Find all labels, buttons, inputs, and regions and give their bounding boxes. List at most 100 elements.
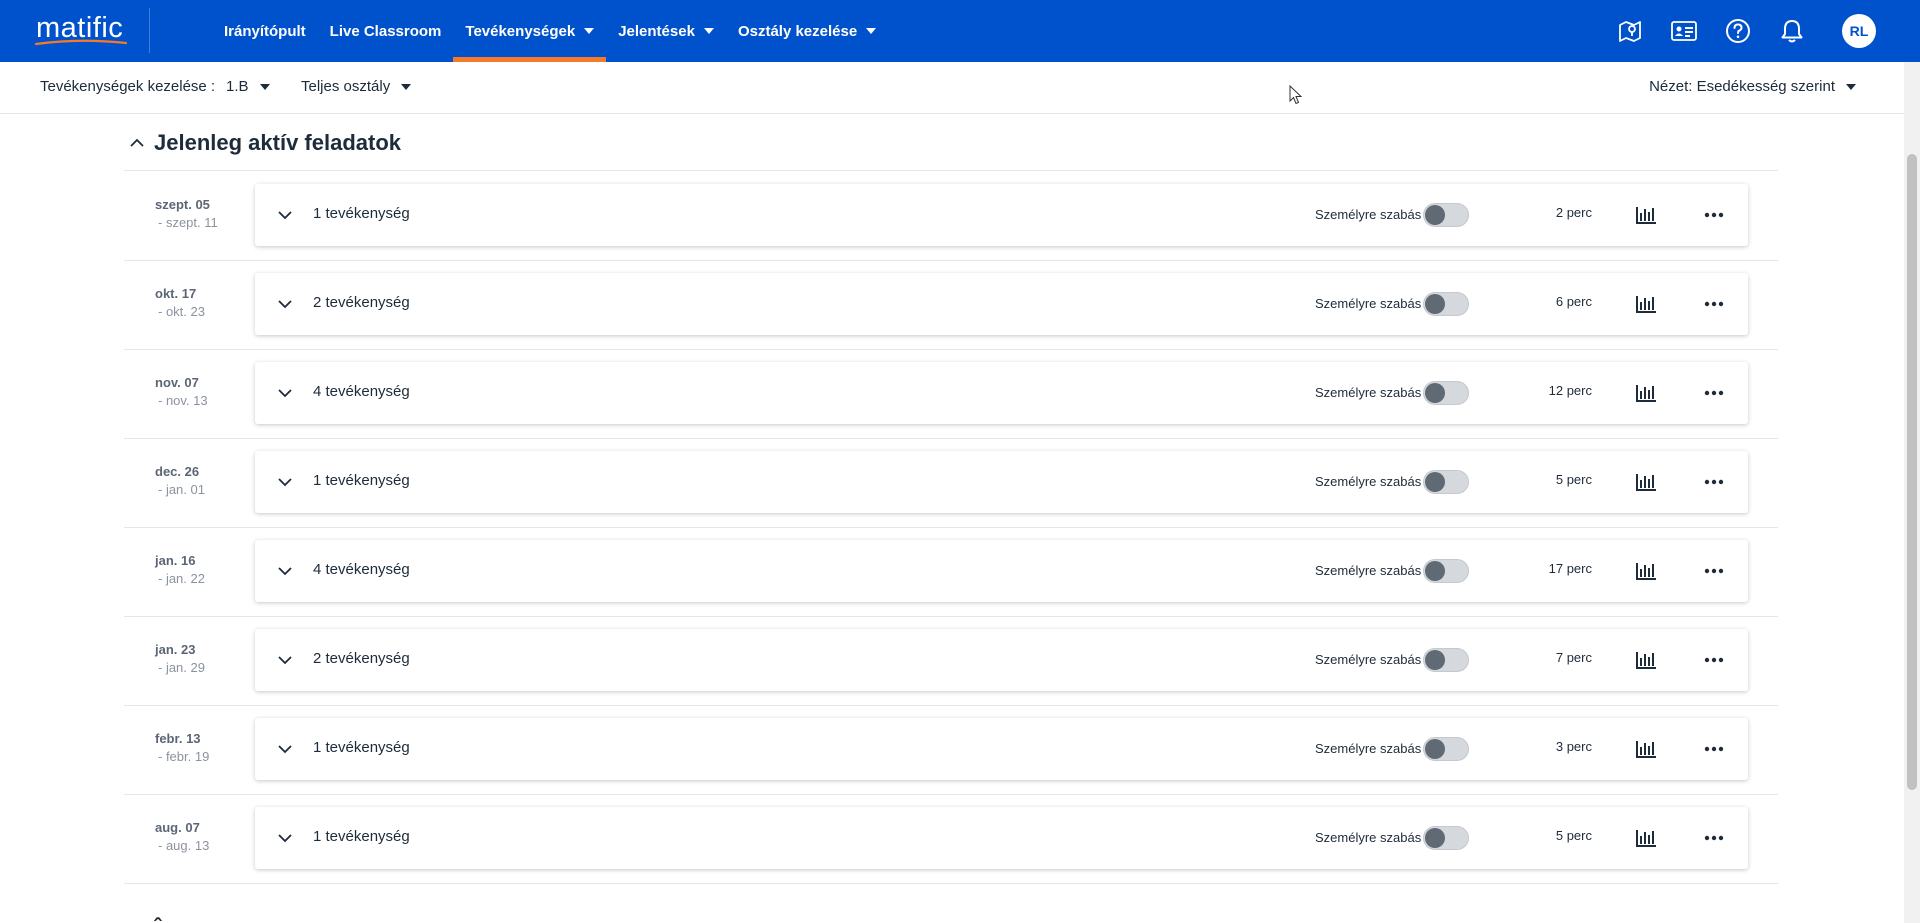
nav-item-reports[interactable]: Jelentések: [606, 0, 726, 62]
report-button[interactable]: [1633, 825, 1659, 851]
duration: 2 perc: [1555, 205, 1592, 220]
expand-row-button[interactable]: [273, 470, 297, 494]
bell-icon[interactable]: [1778, 17, 1806, 45]
assignment-card: 1 tevékenység Személyre szabás 5 perc: [255, 451, 1748, 513]
personalize-toggle[interactable]: [1423, 203, 1469, 227]
personalize-toggle[interactable]: [1423, 292, 1469, 316]
more-options-button[interactable]: [1699, 469, 1729, 495]
report-button[interactable]: [1633, 291, 1659, 317]
more-options-button[interactable]: [1699, 825, 1729, 851]
expand-row-button[interactable]: [273, 737, 297, 761]
more-options-button[interactable]: [1699, 558, 1729, 584]
more-options-button[interactable]: [1699, 202, 1729, 228]
more-horizontal-icon: [1704, 479, 1724, 485]
expand-row-button[interactable]: [273, 381, 297, 405]
expand-row-button[interactable]: [273, 292, 297, 316]
assignment-card: 4 tevékenység Személyre szabás 17 perc: [255, 540, 1748, 602]
duration: 6 perc: [1555, 294, 1592, 309]
chevron-down-icon: [278, 745, 292, 754]
personalize-toggle[interactable]: [1423, 826, 1469, 850]
bar-chart-icon: [1636, 652, 1656, 669]
more-options-button[interactable]: [1699, 736, 1729, 762]
group-select-value: Teljes osztály: [301, 78, 391, 95]
personalize-toggle[interactable]: [1423, 737, 1469, 761]
caret-down-icon: [259, 83, 270, 90]
expand-row-button[interactable]: [273, 826, 297, 850]
user-avatar[interactable]: RL: [1842, 14, 1876, 48]
active-assignments-header: Jelenleg aktív feladatok: [124, 116, 1778, 171]
assignment-row: dec. 26 - jan. 01 1 tevékenység Személyr…: [124, 439, 1778, 528]
report-button[interactable]: [1633, 736, 1659, 762]
assignment-row: jan. 23 - jan. 29 2 tevékenység Személyr…: [124, 617, 1778, 706]
personalize-toggle[interactable]: [1423, 381, 1469, 405]
personalize-label: Személyre szabás: [1315, 652, 1422, 667]
toggle-knob: [1425, 472, 1445, 492]
main-menu: Irányítópult Live Classroom Tevékenysége…: [212, 0, 888, 62]
view-select[interactable]: Nézet: Esedékesség szerint: [1649, 78, 1856, 95]
more-horizontal-icon: [1704, 568, 1724, 574]
bar-chart-icon: [1636, 474, 1656, 491]
nav-item-activities[interactable]: Tevékenységek: [453, 0, 607, 62]
activity-count: 4 tevékenység: [313, 561, 410, 578]
assignment-card: 2 tevékenység Személyre szabás 7 perc: [255, 629, 1748, 691]
logo-swoosh-icon: [34, 39, 128, 46]
map-icon[interactable]: [1616, 17, 1644, 45]
assignment-row: febr. 13 - febr. 19 1 tevékenység Személ…: [124, 706, 1778, 795]
class-select[interactable]: 1.B: [226, 78, 270, 95]
report-button[interactable]: [1633, 558, 1659, 584]
nav-item-label: Osztály kezelése: [737, 22, 858, 40]
collapse-section-button[interactable]: [126, 132, 148, 154]
assignment-row: szept. 05 - szept. 11 1 tevékenység Szem…: [124, 172, 1778, 261]
chevron-down-icon: [278, 300, 292, 309]
assignment-list: szept. 05 - szept. 11 1 tevékenység Szem…: [124, 172, 1778, 884]
more-options-button[interactable]: [1699, 291, 1729, 317]
toggle-knob: [1425, 650, 1445, 670]
nav-item-label: Jelentések: [618, 22, 695, 40]
duration: 7 perc: [1555, 650, 1592, 665]
group-select[interactable]: Teljes osztály: [301, 78, 412, 95]
more-options-button[interactable]: [1699, 647, 1729, 673]
nav-item-class-management[interactable]: Osztály kezelése: [726, 0, 888, 62]
mouse-pointer-icon: [1289, 85, 1303, 105]
assignment-card: 1 tevékenység Személyre szabás 3 perc: [255, 718, 1748, 780]
view-select-value: Nézet: Esedékesség szerint: [1649, 78, 1835, 95]
toggle-knob: [1425, 383, 1445, 403]
personalize-label: Személyre szabás: [1315, 830, 1422, 845]
personalize-label: Személyre szabás: [1315, 385, 1422, 400]
personalize-toggle[interactable]: [1423, 648, 1469, 672]
bar-chart-icon: [1636, 741, 1656, 758]
matific-logo[interactable]: matific: [34, 12, 130, 52]
expand-row-button[interactable]: [273, 648, 297, 672]
nav-icon-group: RL: [1616, 0, 1876, 62]
page-scrollbar[interactable]: [1904, 62, 1920, 923]
chevron-down-icon: [278, 834, 292, 843]
activity-count: 1 tevékenység: [313, 739, 410, 756]
date-range: jan. 23 - jan. 29: [155, 641, 245, 677]
chevron-down-icon: [584, 28, 595, 34]
bar-chart-icon: [1636, 563, 1656, 580]
start-date: aug. 07: [155, 820, 200, 835]
more-options-button[interactable]: [1699, 380, 1729, 406]
report-button[interactable]: [1633, 469, 1659, 495]
personalize-toggle[interactable]: [1423, 559, 1469, 583]
personalize-label: Személyre szabás: [1315, 207, 1422, 222]
duration: 3 perc: [1555, 739, 1592, 754]
end-date: - aug. 13: [158, 838, 210, 853]
duration: 17 perc: [1548, 561, 1592, 576]
personalize-toggle[interactable]: [1423, 470, 1469, 494]
report-button[interactable]: [1633, 202, 1659, 228]
report-button[interactable]: [1633, 380, 1659, 406]
chevron-down-icon: [278, 211, 292, 220]
id-card-icon[interactable]: [1670, 17, 1698, 45]
assignment-row: jan. 16 - jan. 22 4 tevékenység Személyr…: [124, 528, 1778, 617]
toggle-knob: [1425, 294, 1445, 314]
nav-item-dashboard[interactable]: Irányítópult: [212, 0, 318, 62]
more-horizontal-icon: [1704, 212, 1724, 218]
report-button[interactable]: [1633, 647, 1659, 673]
nav-item-live-classroom[interactable]: Live Classroom: [318, 0, 454, 62]
scrollbar-thumb[interactable]: [1907, 154, 1917, 790]
expand-row-button[interactable]: [273, 559, 297, 583]
expand-row-button[interactable]: [273, 203, 297, 227]
help-icon[interactable]: [1724, 17, 1752, 45]
activity-count: 2 tevékenység: [313, 294, 410, 311]
